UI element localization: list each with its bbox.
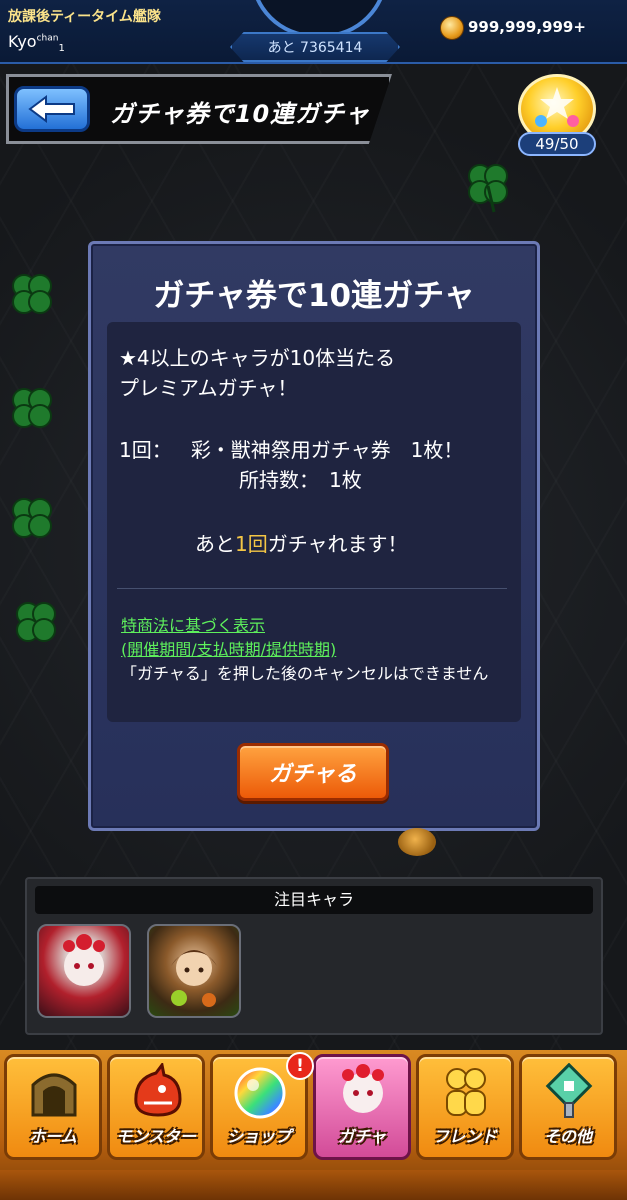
clover-icon	[468, 164, 508, 213]
clover-icon	[16, 602, 56, 642]
orb-counter[interactable]: 49/50	[516, 74, 600, 158]
remaining-prefix: あと	[195, 532, 235, 556]
orb-count: 49/50	[518, 132, 596, 156]
page-title: ガチャ券で10連ガチャ	[110, 100, 370, 128]
legal-link-periods[interactable]: (開催期間/支払時期/提供時期)	[121, 636, 336, 660]
cost-label: 1回：	[119, 438, 172, 462]
egg-icon	[398, 828, 436, 856]
featured-characters-panel: 注目キャラ	[25, 877, 603, 1035]
monster-icon	[134, 1063, 182, 1117]
player-name-text: Kyo	[8, 32, 37, 51]
home-gate-icon	[31, 1073, 77, 1117]
nav-friend[interactable]: フレンド	[416, 1054, 514, 1160]
legal-link-notice[interactable]: 特商法に基づく表示	[121, 612, 265, 636]
remaining-line: あと1回ガチャれます！	[195, 528, 408, 557]
dialog-body: ★4以上のキャラが10体当たる プレミアムガチャ！ 1回： 彩・獣神祭用ガチャ券…	[107, 322, 521, 722]
dialog-title: ガチャ券で10連ガチャ	[153, 278, 475, 314]
player-name-suffix: chan	[36, 33, 59, 44]
nav-label-friend: フレンド	[432, 1127, 497, 1146]
remaining-count: 1回	[235, 532, 268, 556]
gacha-icon	[342, 1064, 384, 1113]
coin-icon	[440, 16, 464, 40]
nav-monster[interactable]: モンスター	[107, 1054, 205, 1160]
remaining-suffix: ガチャれます！	[267, 532, 408, 556]
coin-amount: 999,999,999+	[468, 18, 586, 36]
dialog-line-2: プレミアムガチャ！	[119, 376, 298, 400]
nav-label-shop: ショップ	[226, 1127, 291, 1146]
divider	[117, 588, 507, 589]
cost-line: 1回： 彩・獣神祭用ガチャ券 1枚！	[119, 434, 463, 463]
shop-notification-badge: !	[286, 1052, 314, 1080]
top-status-bar: 放課後ティータイム艦隊 Kyochan1 あと 7365414 999,999,…	[0, 0, 627, 64]
gacha-button[interactable]: ガチャる	[237, 743, 389, 801]
nav-label-gacha: ガチャ	[338, 1127, 386, 1146]
character-portrait-white-hair[interactable]	[37, 924, 131, 1018]
nav-footer	[0, 1170, 627, 1200]
nav-label-monster: モンスター	[116, 1127, 196, 1146]
nav-gacha[interactable]: ガチャ	[313, 1054, 411, 1160]
nav-label-home: ホーム	[29, 1127, 77, 1146]
back-button[interactable]	[14, 86, 90, 132]
nav-home[interactable]: ホーム	[4, 1054, 102, 1160]
player-name: Kyochan1	[8, 32, 65, 54]
legal-note: 「ガチャる」を押した後のキャンセルはできません	[121, 664, 489, 683]
player-name-index: 1	[58, 43, 65, 55]
nav-other[interactable]: その他	[519, 1054, 617, 1160]
dialog-line-1: ★4以上のキャラが10体当たる	[119, 346, 396, 370]
friend-icon	[446, 1068, 486, 1116]
owned-count: 所持数： 1枚	[239, 468, 362, 492]
clover-icon	[12, 388, 52, 428]
gacha-confirm-dialog: ガチャ券で10連ガチャ ★4以上のキャラが10体当たる プレミアムガチャ！ 1回…	[88, 241, 540, 831]
featured-header: 注目キャラ	[35, 886, 593, 914]
rainbow-orb-icon	[234, 1067, 286, 1119]
back-arrow-icon	[28, 95, 75, 123]
character-portrait-brown-hair[interactable]	[147, 924, 241, 1018]
other-icon	[545, 1063, 593, 1118]
clover-icon	[12, 274, 52, 314]
team-name: 放課後ティータイム艦隊	[8, 9, 161, 25]
xp-remaining: あと 7365414	[230, 32, 400, 62]
cost-item: 彩・獣神祭用ガチャ券 1枚！	[190, 438, 464, 462]
nav-label-other: その他	[543, 1127, 592, 1146]
clover-icon	[12, 498, 52, 538]
